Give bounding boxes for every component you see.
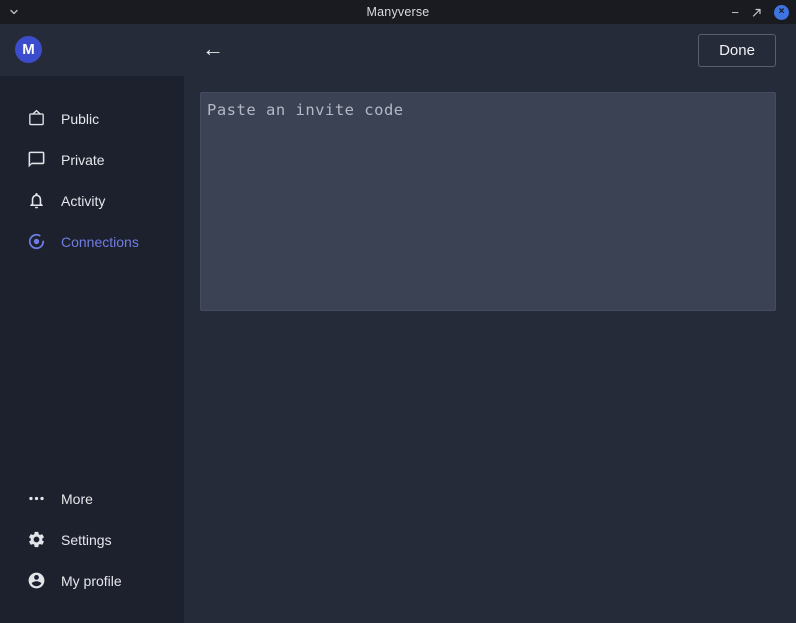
app-header: M ← Done xyxy=(0,24,796,76)
sidebar-top-group: Public Private A xyxy=(0,98,184,478)
sidebar-item-label: More xyxy=(61,491,93,507)
sidebar-item-public[interactable]: Public xyxy=(0,98,184,139)
minimize-button[interactable]: − xyxy=(731,6,739,19)
dots-icon xyxy=(27,489,46,508)
bell-icon xyxy=(27,191,46,210)
sidebar: Public Private A xyxy=(0,76,184,623)
invite-code-input[interactable] xyxy=(200,92,776,311)
done-button[interactable]: Done xyxy=(698,34,776,67)
restore-button[interactable] xyxy=(751,7,762,18)
manyverse-logo: M xyxy=(15,36,42,63)
sidebar-bottom-group: More Settings My xyxy=(0,478,184,601)
back-button[interactable]: ← xyxy=(202,35,224,64)
sidebar-item-label: Public xyxy=(61,111,99,127)
main-content xyxy=(184,76,796,623)
sidebar-item-connections[interactable]: Connections xyxy=(0,221,184,262)
connections-icon xyxy=(27,232,46,251)
sidebar-item-label: My profile xyxy=(61,573,122,589)
sidebar-item-label: Private xyxy=(61,152,105,168)
sidebar-item-private[interactable]: Private xyxy=(0,139,184,180)
logo-letter: M xyxy=(22,41,35,58)
sidebar-item-settings[interactable]: Settings xyxy=(0,519,184,560)
sidebar-item-activity[interactable]: Activity xyxy=(0,180,184,221)
window-title: Manyverse xyxy=(367,5,430,19)
gear-icon xyxy=(27,530,46,549)
manyverse-window: Manyverse − × M ← Done xyxy=(0,0,796,623)
window-menu-chevron-icon[interactable] xyxy=(9,0,19,24)
message-bubble-icon xyxy=(27,150,46,169)
bulletin-board-icon xyxy=(27,109,46,128)
close-icon: × xyxy=(779,7,785,17)
sidebar-item-more[interactable]: More xyxy=(0,478,184,519)
app-body: Public Private A xyxy=(0,76,796,623)
window-controls: − × xyxy=(731,0,789,24)
sidebar-item-label: Connections xyxy=(61,234,139,250)
sidebar-item-my-profile[interactable]: My profile xyxy=(0,560,184,601)
back-arrow-icon: ← xyxy=(202,36,224,61)
profile-icon xyxy=(27,571,46,590)
titlebar: Manyverse − × xyxy=(0,0,796,24)
close-button[interactable]: × xyxy=(774,5,789,20)
sidebar-item-label: Settings xyxy=(61,532,112,548)
sidebar-item-label: Activity xyxy=(61,193,105,209)
